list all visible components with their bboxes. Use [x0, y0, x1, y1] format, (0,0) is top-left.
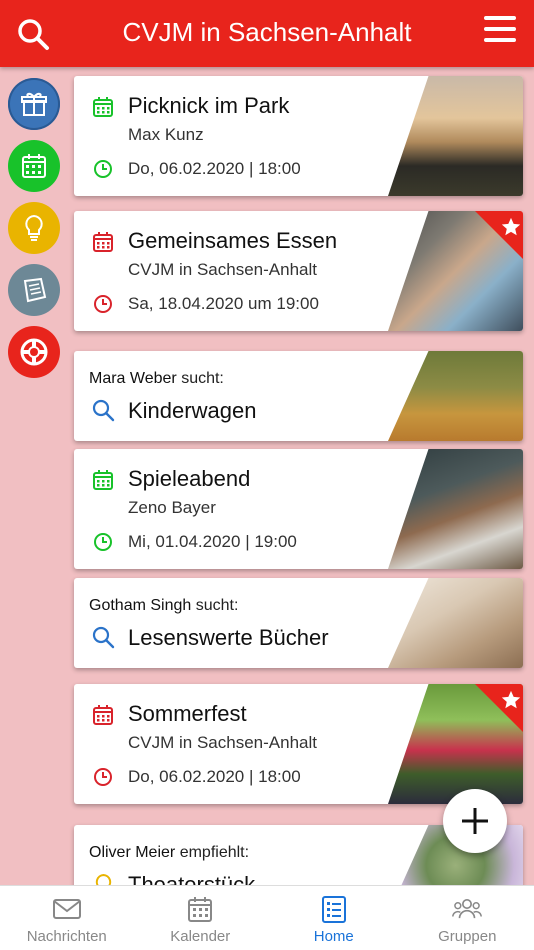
nav-label: Kalender — [170, 928, 231, 945]
clock-icon — [94, 768, 112, 786]
help-category-button[interactable] — [8, 326, 60, 378]
calendar-category-button[interactable] — [8, 140, 60, 192]
event-photo — [388, 76, 523, 196]
people-icon — [452, 899, 483, 919]
plus-icon — [462, 808, 488, 834]
add-button[interactable] — [443, 789, 507, 853]
lightbulb-icon — [25, 214, 43, 241]
recommend-header: Oliver Meier empfiehlt: — [89, 844, 249, 862]
gift-category-button[interactable] — [8, 78, 60, 130]
nav-nachrichten[interactable]: Nachrichten — [0, 886, 134, 950]
event-card-essen[interactable]: Gemeinsames Essen CVJM in Sachsen-Anhalt… — [74, 211, 523, 331]
event-title: Spieleabend — [128, 466, 251, 491]
nav-label: Gruppen — [438, 928, 497, 945]
calendar-icon — [93, 232, 113, 252]
hamburger-menu-icon[interactable] — [484, 16, 516, 44]
event-title: Gemeinsames Essen — [128, 228, 338, 253]
magnifier-icon — [92, 399, 115, 422]
calendar-icon — [188, 897, 213, 922]
event-card-sommerfest[interactable]: Sommerfest CVJM in Sachsen-Anhalt Do, 06… — [74, 684, 523, 804]
event-datetime: Mi, 01.04.2020 | 19:00 — [128, 532, 297, 551]
lifebuoy-icon — [20, 338, 48, 366]
calendar-icon — [22, 154, 46, 178]
event-organizer: CVJM in Sachsen-Anhalt — [128, 733, 317, 752]
gift-icon — [21, 92, 47, 116]
event-datetime: Sa, 18.04.2020 um 19:00 — [128, 294, 319, 313]
recommend-action: empfiehlt: — [179, 844, 250, 861]
idea-category-button[interactable] — [8, 202, 60, 254]
nav-kalender[interactable]: Kalender — [134, 886, 268, 950]
envelope-icon — [52, 899, 81, 919]
calendar-icon — [93, 470, 113, 490]
list-icon — [321, 896, 346, 923]
event-card-spieleabend[interactable]: Spieleabend Zeno Bayer Mi, 01.04.2020 | … — [74, 449, 523, 569]
event-organizer: Zeno Bayer — [128, 498, 216, 517]
search-photo — [388, 351, 523, 441]
nav-label: Home — [313, 928, 354, 945]
search-card-buecher[interactable]: Gotham Singh sucht: Lesenswerte Bücher — [74, 578, 523, 668]
notes-category-button[interactable] — [8, 264, 60, 316]
event-organizer: CVJM in Sachsen-Anhalt — [128, 260, 317, 279]
search-title: Kinderwagen — [128, 398, 257, 423]
search-action: sucht: — [195, 597, 239, 614]
nav-gruppen[interactable]: Gruppen — [401, 886, 534, 950]
search-header: Mara Weber sucht: — [89, 370, 224, 388]
search-title: Lesenswerte Bücher — [128, 625, 329, 650]
search-photo — [388, 578, 523, 668]
recommend-user: Oliver Meier — [89, 844, 176, 861]
star-icon — [501, 690, 521, 709]
calendar-icon — [93, 705, 113, 725]
nav-home[interactable]: Home — [267, 886, 401, 950]
nav-label: Nachrichten — [26, 928, 107, 945]
event-datetime: Do, 06.02.2020 | 18:00 — [128, 767, 301, 786]
event-photo — [388, 449, 523, 569]
magnifier-icon — [92, 626, 115, 649]
event-organizer: Max Kunz — [128, 125, 204, 144]
clock-icon — [94, 160, 112, 178]
event-card-picknick[interactable]: Picknick im Park Max Kunz Do, 06.02.2020… — [74, 76, 523, 196]
notes-icon — [23, 277, 47, 303]
calendar-icon — [93, 97, 113, 117]
search-card-kinderwagen[interactable]: Mara Weber sucht: Kinderwagen — [74, 351, 523, 441]
event-datetime: Do, 06.02.2020 | 18:00 — [128, 159, 301, 178]
app-header: CVJM in Sachsen-Anhalt — [0, 0, 534, 67]
clock-icon — [94, 533, 112, 551]
search-action: sucht: — [181, 370, 224, 387]
clock-icon — [94, 295, 112, 313]
star-icon — [501, 217, 521, 236]
search-user: Mara Weber — [89, 370, 177, 387]
bottom-navigation: Nachrichten Kalender Home Gruppen — [0, 885, 534, 950]
search-header: Gotham Singh sucht: — [89, 597, 238, 615]
app-title: CVJM in Sachsen-Anhalt — [122, 17, 412, 47]
search-user: Gotham Singh — [89, 597, 192, 614]
event-title: Sommerfest — [128, 701, 247, 726]
event-title: Picknick im Park — [128, 93, 290, 118]
